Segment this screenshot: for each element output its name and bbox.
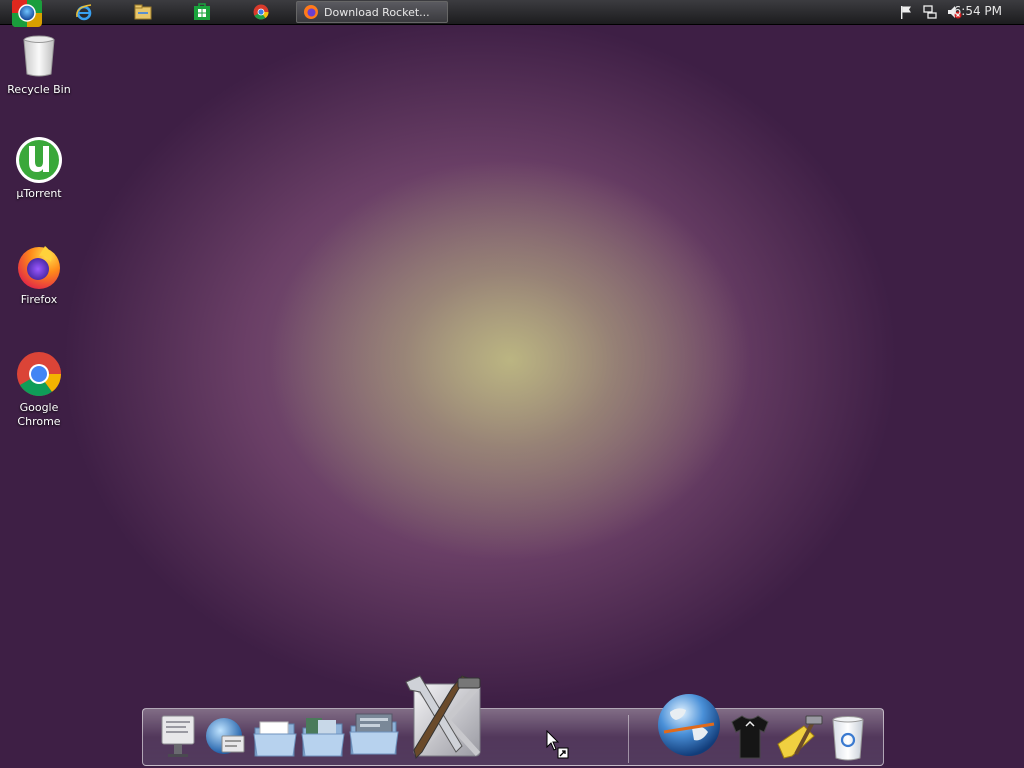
documents-folder-icon <box>253 721 297 757</box>
windows-store-icon <box>194 3 210 20</box>
desktop-icon-label: µTorrent <box>16 187 62 200</box>
desktop-icon-label: Recycle Bin <box>7 83 71 96</box>
firefox-icon <box>304 5 318 19</box>
utilities-tools-icon <box>405 675 481 759</box>
dock-item-utilities[interactable] <box>402 674 486 764</box>
taskbar-chrome-button[interactable] <box>241 2 281 22</box>
network-icon[interactable] <box>922 4 938 20</box>
applications-folder-icon <box>301 718 345 757</box>
dock-item-tshirt[interactable] <box>728 712 772 766</box>
trash-icon <box>832 716 864 761</box>
network-icon <box>206 718 245 754</box>
flag-icon[interactable] <box>898 4 914 20</box>
start-button[interactable] <box>10 0 44 28</box>
firefox-icon <box>18 246 60 289</box>
dock-item-network[interactable] <box>204 716 248 764</box>
taskbar-window-download-rocket[interactable]: Download Rocket... <box>296 1 448 23</box>
dock-item-hammer-tools[interactable] <box>774 714 824 764</box>
tshirt-icon <box>731 715 769 759</box>
chrome-icon <box>253 4 269 20</box>
clock[interactable]: 6:54 PM <box>954 4 1002 18</box>
cursor-shortcut-icon <box>546 729 569 759</box>
dock-item-downloads-folder[interactable] <box>348 710 400 762</box>
desktop-icon-label: Google Chrome <box>17 401 61 428</box>
dock-item-trash[interactable] <box>828 714 868 766</box>
dock-item-documents-folder[interactable] <box>252 716 298 764</box>
desktop-icon-recycle-bin[interactable]: Recycle Bin <box>4 32 74 97</box>
taskbar-store-button[interactable] <box>182 2 222 22</box>
desktop-icon-utorrent[interactable]: µTorrent <box>4 136 74 201</box>
file-explorer-icon <box>134 4 152 20</box>
utorrent-icon <box>16 137 62 183</box>
globe-icon <box>658 694 720 756</box>
desktop-icon-label: Firefox <box>20 293 58 306</box>
taskbar-ie-button[interactable] <box>64 2 104 22</box>
dock-item-globe[interactable] <box>656 692 722 764</box>
mouse-cursor <box>546 729 570 760</box>
dock-item-system-preferences[interactable] <box>158 712 198 764</box>
window-title: Download Rocket... <box>324 5 430 19</box>
downloads-folder-icon <box>349 713 399 755</box>
desktop-icon-google-chrome[interactable]: Google Chrome <box>4 350 74 429</box>
internet-explorer-icon <box>76 4 92 21</box>
start-orb-icon <box>12 0 42 27</box>
dock-separator <box>628 715 629 763</box>
hammer-tools-icon <box>777 715 823 759</box>
desktop-icon-firefox[interactable]: Firefox <box>4 242 74 307</box>
recycle-bin-icon <box>23 35 55 77</box>
taskbar: Download Rocket... 6:54 PM <box>0 0 1024 28</box>
dock-item-applications-folder[interactable] <box>300 714 346 764</box>
system-tray: 6:54 PM <box>864 0 1024 24</box>
system-preferences-icon <box>161 715 195 757</box>
chrome-icon <box>17 352 62 397</box>
taskbar-explorer-button[interactable] <box>123 2 163 22</box>
